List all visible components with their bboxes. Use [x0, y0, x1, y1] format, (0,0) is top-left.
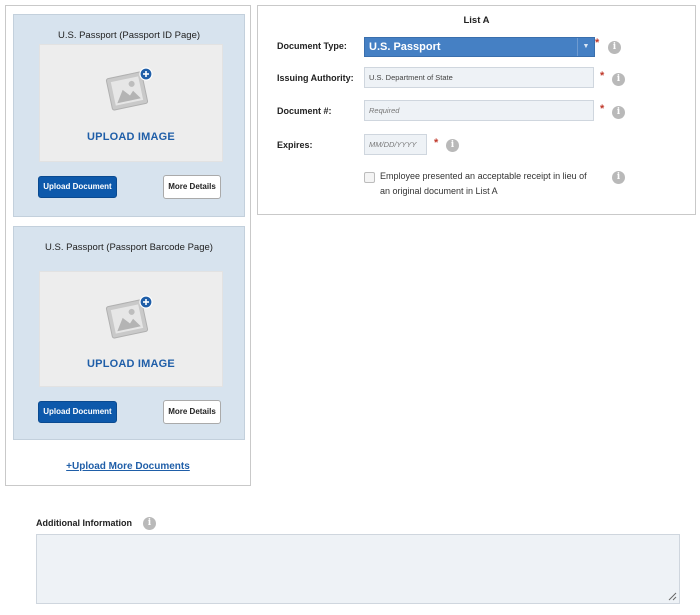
document-card-title: U.S. Passport (Passport Barcode Page)	[45, 242, 213, 253]
info-icon[interactable]: i	[608, 41, 621, 54]
document-card-passport-id: U.S. Passport (Passport ID Page) UPLOAD …	[13, 14, 245, 217]
receipt-checkbox[interactable]	[364, 172, 375, 183]
list-a-form: List A Document Type: U.S. Passport ▼ * …	[257, 5, 696, 215]
info-icon[interactable]: i	[612, 106, 625, 119]
image-upload-icon	[105, 295, 153, 339]
resize-handle-icon[interactable]	[668, 592, 677, 601]
expires-label: Expires:	[277, 140, 313, 150]
document-number-input[interactable]: Required	[364, 100, 594, 121]
document-number-label: Document #:	[277, 106, 332, 116]
upload-image-dropzone[interactable]: UPLOAD IMAGE	[39, 44, 223, 162]
issuing-authority-label: Issuing Authority:	[277, 73, 354, 83]
additional-information-textarea[interactable]	[36, 534, 680, 604]
required-asterisk: *	[434, 137, 439, 149]
upload-image-label: UPLOAD IMAGE	[87, 131, 175, 143]
issuing-authority-input[interactable]: U.S. Department of State	[364, 67, 594, 88]
image-upload-icon	[105, 67, 153, 111]
document-upload-panel: U.S. Passport (Passport ID Page) UPLOAD …	[5, 5, 251, 486]
required-asterisk: *	[600, 103, 605, 115]
document-card-title: U.S. Passport (Passport ID Page)	[57, 30, 201, 41]
info-icon[interactable]: i	[612, 171, 625, 184]
document-type-label: Document Type:	[277, 41, 347, 51]
document-type-value: U.S. Passport	[369, 41, 441, 53]
required-asterisk: *	[595, 37, 600, 49]
form-title: List A	[463, 15, 490, 26]
upload-more-documents-link[interactable]: +Upload More Documents	[6, 461, 250, 472]
info-icon[interactable]: i	[612, 73, 625, 86]
more-details-button[interactable]: More Details	[163, 175, 221, 199]
info-icon[interactable]: i	[143, 517, 156, 530]
receipt-checkbox-label[interactable]: Employee presented an acceptable receipt…	[380, 169, 595, 199]
expires-date-input[interactable]: MM/DD/YYYY	[364, 134, 427, 155]
upload-document-button[interactable]: Upload Document	[38, 176, 117, 198]
upload-document-button[interactable]: Upload Document	[38, 401, 117, 423]
document-type-select[interactable]: U.S. Passport ▼	[364, 37, 595, 57]
additional-information-label: Additional Information	[36, 518, 132, 528]
required-asterisk: *	[600, 70, 605, 82]
info-icon[interactable]: i	[446, 139, 459, 152]
chevron-down-icon[interactable]: ▼	[577, 38, 594, 56]
upload-image-label: UPLOAD IMAGE	[87, 358, 175, 370]
document-card-passport-barcode: U.S. Passport (Passport Barcode Page) UP…	[13, 226, 245, 440]
more-details-button[interactable]: More Details	[163, 400, 221, 424]
upload-image-dropzone[interactable]: UPLOAD IMAGE	[39, 271, 223, 387]
